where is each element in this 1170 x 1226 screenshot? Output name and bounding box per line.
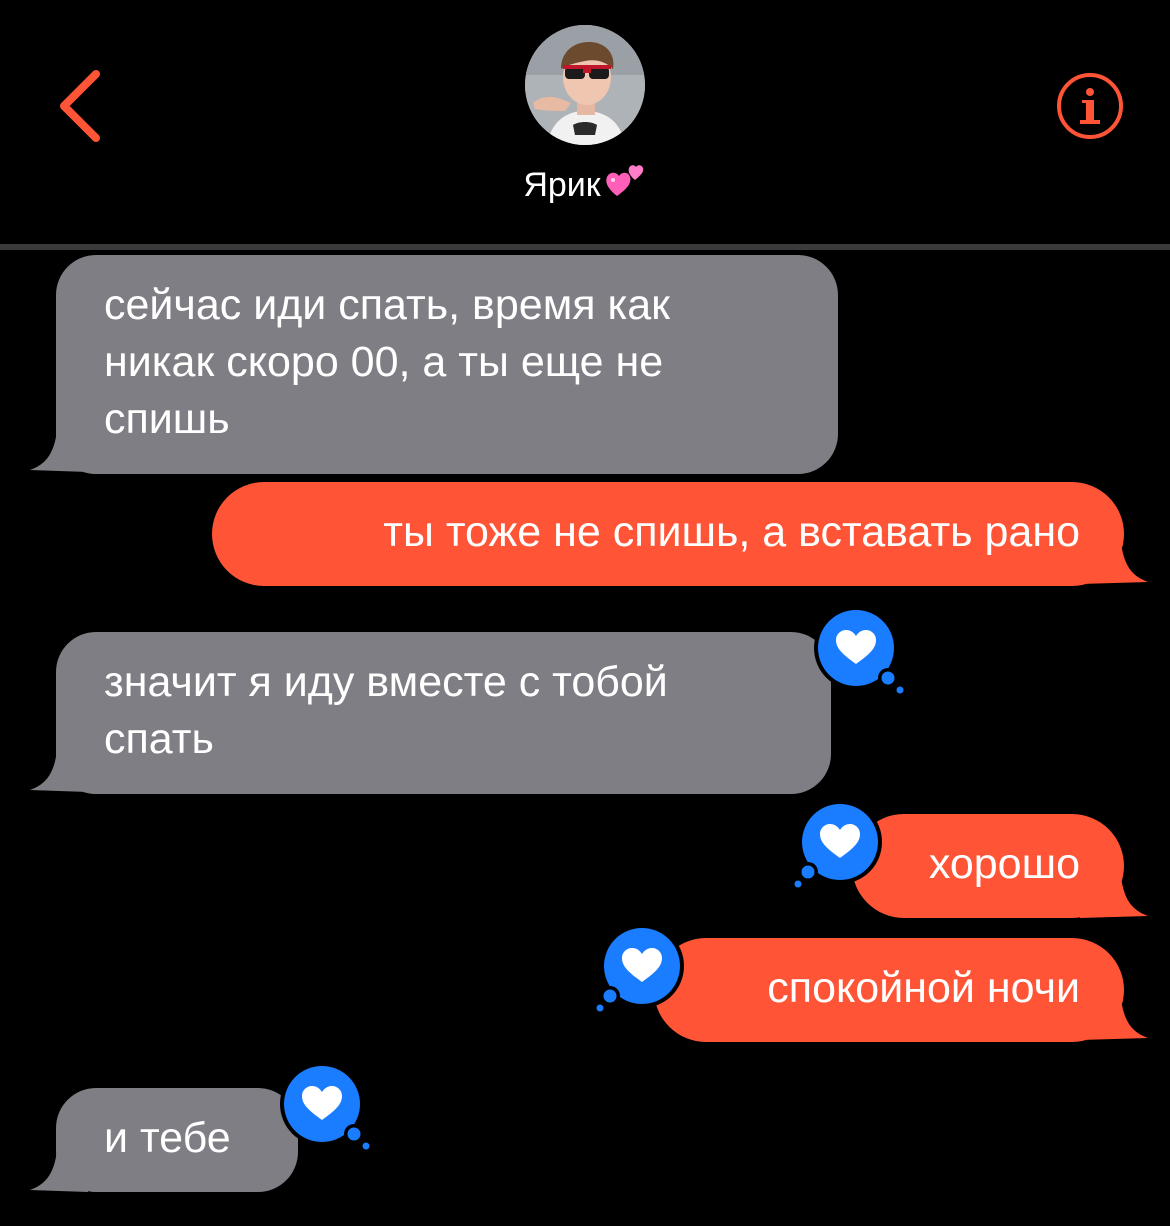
avatar[interactable] [525, 25, 645, 145]
header-divider [0, 244, 1170, 250]
info-icon [1057, 73, 1123, 139]
conversation-header: Ярик [0, 0, 1170, 246]
outgoing-message[interactable]: ты тоже не спишь, а вставать рано [212, 482, 1124, 586]
contact-name: Ярик [523, 166, 601, 204]
message-text-line: никак скоро 00, а ты еще не [104, 338, 664, 386]
chevron-left-icon [60, 70, 100, 142]
message-text-line: сейчас иди спать, время как [104, 281, 670, 329]
heart-tapback-icon[interactable] [274, 1058, 370, 1154]
contact-name-row[interactable]: Ярик [0, 160, 1170, 207]
heart-tapback-icon[interactable] [808, 602, 904, 698]
message-text-line: спать [104, 715, 214, 763]
incoming-message[interactable]: значит я иду вместе с тобой спать [56, 632, 831, 794]
info-button[interactable] [1052, 68, 1128, 144]
message-text-line: хорошо [928, 840, 1080, 888]
message-text-line: спишь [104, 395, 230, 443]
outgoing-message[interactable]: хорошо [852, 814, 1124, 918]
message-text-line: спокойной ночи [767, 964, 1080, 1012]
heart-tapback-icon[interactable] [594, 920, 690, 1016]
message-text-line: и тебе [104, 1114, 231, 1162]
heart-tapback-icon[interactable] [792, 796, 888, 892]
outgoing-message[interactable]: спокойной ночи [654, 938, 1124, 1042]
back-button[interactable] [50, 66, 120, 146]
incoming-message[interactable]: и тебе [56, 1088, 298, 1192]
incoming-message[interactable]: сейчас иди спать, время как никак скоро … [56, 255, 838, 474]
message-text-line: ты тоже не спишь, а вставать рано [383, 508, 1080, 556]
two-hearts-emoji [605, 165, 643, 196]
message-text-line: значит я иду вместе с тобой [104, 658, 668, 706]
contact-photo [525, 25, 645, 145]
